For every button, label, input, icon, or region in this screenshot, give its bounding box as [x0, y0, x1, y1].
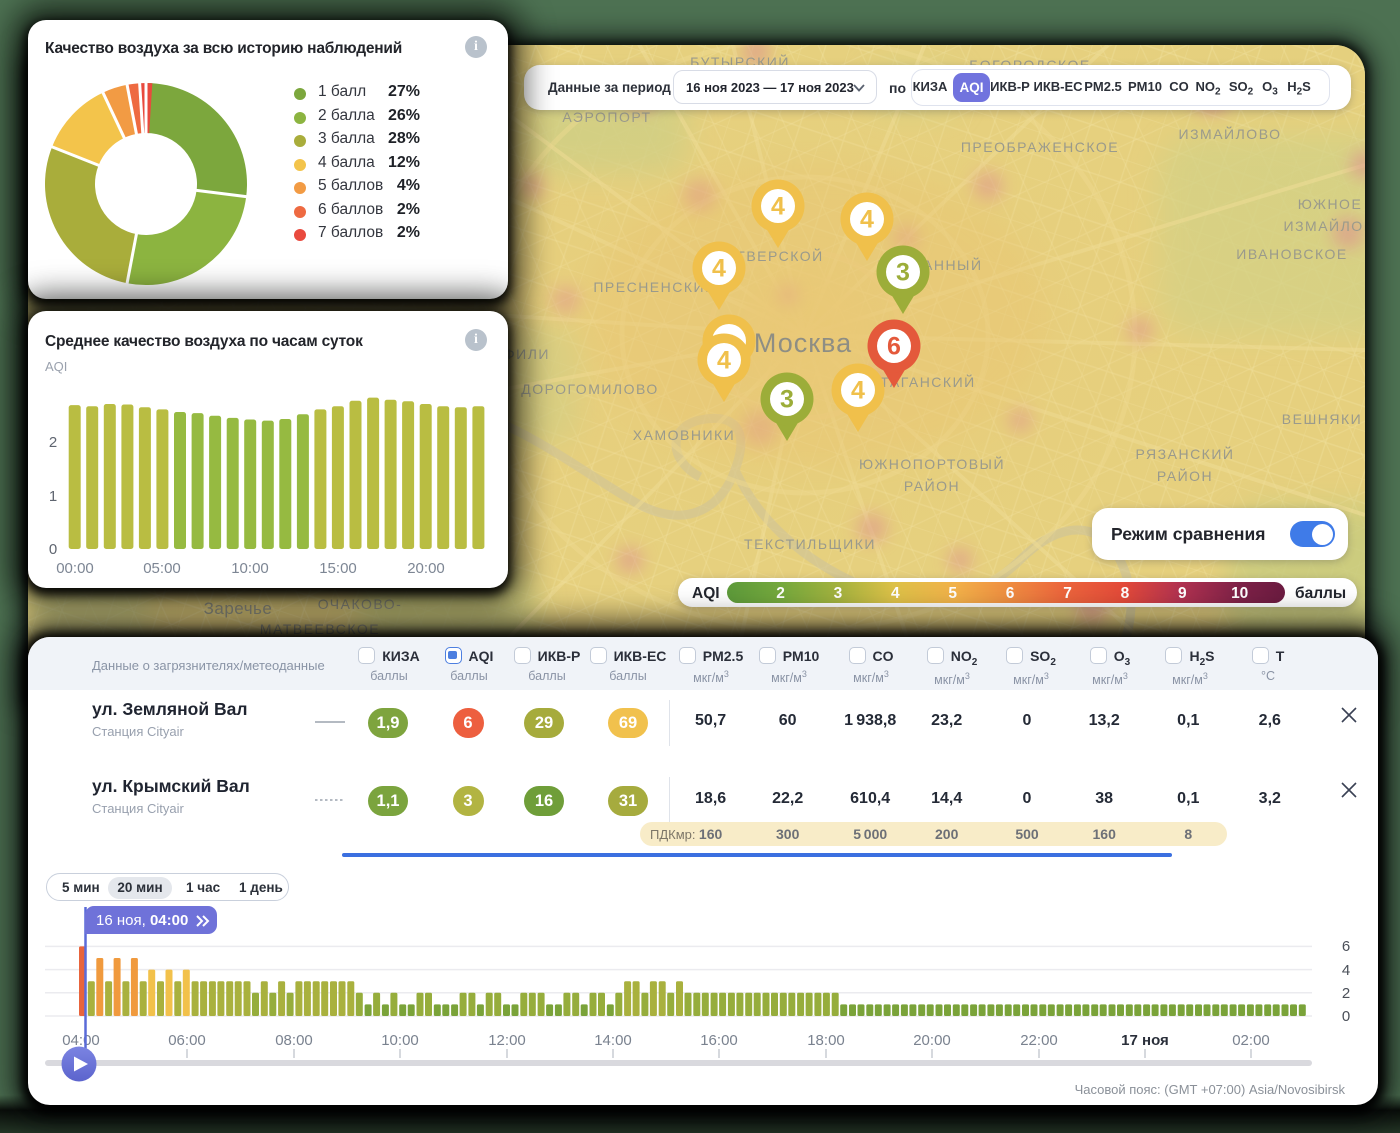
svg-text:20:00: 20:00 [913, 1032, 951, 1049]
svg-text:4: 4 [1342, 962, 1350, 979]
svg-text:6: 6 [1342, 938, 1350, 955]
svg-text:10:00: 10:00 [381, 1032, 419, 1049]
svg-text:5: 5 [948, 585, 957, 602]
svg-text:04:00: 04:00 [62, 1032, 100, 1049]
svg-text:3: 3 [896, 259, 910, 287]
svg-text:AQI: AQI [692, 585, 720, 602]
svg-text:8: 8 [1121, 585, 1130, 602]
svg-text:12:00: 12:00 [488, 1032, 526, 1049]
svg-text:4: 4 [851, 377, 865, 405]
svg-text:6: 6 [1006, 585, 1015, 602]
svg-text:00:00: 00:00 [56, 560, 94, 577]
svg-text:2: 2 [49, 434, 57, 451]
svg-text:3: 3 [780, 386, 794, 414]
svg-text:17 ноя: 17 ноя [1121, 1032, 1169, 1049]
svg-text:22:00: 22:00 [1020, 1032, 1058, 1049]
svg-text:3: 3 [834, 585, 843, 602]
svg-text:0: 0 [1342, 1008, 1350, 1025]
svg-text:10: 10 [1231, 585, 1248, 602]
svg-text:10:00: 10:00 [231, 560, 269, 577]
svg-text:4: 4 [717, 347, 731, 375]
svg-text:1: 1 [49, 488, 57, 505]
svg-text:18:00: 18:00 [807, 1032, 845, 1049]
svg-text:06:00: 06:00 [168, 1032, 206, 1049]
svg-text:4: 4 [891, 585, 900, 602]
svg-text:7: 7 [1063, 585, 1072, 602]
svg-text:02:00: 02:00 [1232, 1032, 1270, 1049]
svg-text:08:00: 08:00 [275, 1032, 313, 1049]
svg-text:16:00: 16:00 [700, 1032, 738, 1049]
svg-text:4: 4 [860, 206, 874, 234]
svg-text:баллы: баллы [1295, 585, 1346, 602]
svg-text:6: 6 [887, 333, 901, 361]
svg-text:2: 2 [776, 585, 785, 602]
svg-text:20:00: 20:00 [407, 560, 445, 577]
svg-text:15:00: 15:00 [319, 560, 357, 577]
svg-text:2: 2 [1342, 985, 1350, 1002]
svg-text:4: 4 [771, 193, 785, 221]
svg-text:4: 4 [712, 255, 726, 283]
svg-text:0: 0 [49, 541, 57, 558]
svg-text:14:00: 14:00 [594, 1032, 632, 1049]
svg-text:9: 9 [1178, 585, 1187, 602]
svg-text:05:00: 05:00 [143, 560, 181, 577]
